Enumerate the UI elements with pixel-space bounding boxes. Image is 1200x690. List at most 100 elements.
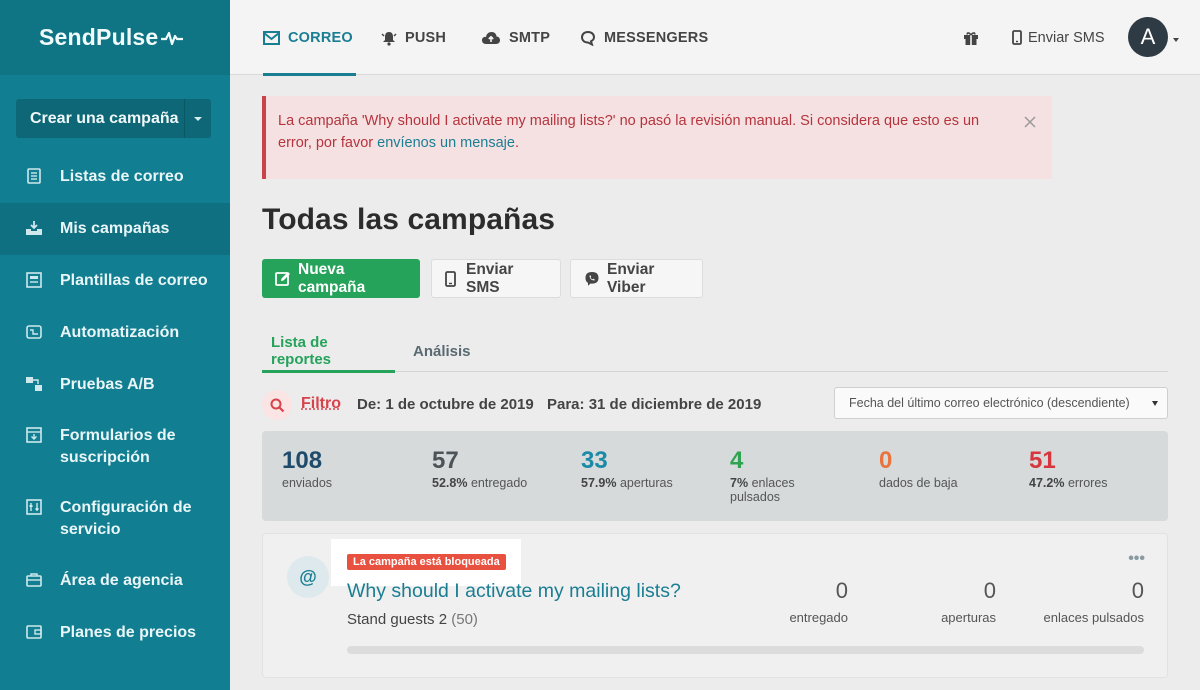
send-sms-button[interactable]: Enviar SMS	[431, 259, 561, 298]
automation-icon	[25, 323, 43, 341]
pulse-icon	[161, 31, 184, 45]
campaign-list-count: (50)	[451, 611, 478, 628]
tab-label: SMTP	[509, 29, 551, 46]
templates-icon	[25, 271, 43, 289]
chevron-down-icon	[1152, 401, 1158, 406]
stat-value: 51	[1029, 447, 1056, 474]
close-icon[interactable]	[1024, 113, 1036, 128]
stat-label-text: aperturas	[619, 476, 673, 490]
send-sms-label: Enviar SMS	[466, 260, 514, 296]
sidebar-item-ab-tests[interactable]: Pruebas A/B	[0, 359, 230, 411]
campaigns-icon	[25, 219, 43, 237]
sidebar-item-service-settings[interactable]: Configuración de servicio	[0, 483, 230, 555]
status-badge: La campaña está bloqueada	[347, 554, 506, 570]
gift-button[interactable]	[963, 0, 979, 75]
filter-bar: Filtro De: 1 de octubre de 2019 Para: 31…	[262, 387, 1168, 421]
gift-icon	[963, 30, 979, 46]
stat-value: 4	[730, 447, 744, 474]
sidebar-nav: Listas de correo Mis campañas Plantillas…	[0, 151, 230, 659]
stat-label-text: enviados	[282, 476, 333, 490]
sidebar-item-label: Configuración de servicio	[60, 499, 192, 538]
tab-analysis[interactable]: Análisis	[413, 330, 471, 372]
tab-label: Análisis	[413, 342, 471, 360]
contact-us-link[interactable]: envíenos un mensaje	[377, 135, 515, 151]
tab-smtp[interactable]: SMTP	[481, 0, 550, 75]
sidebar-item-automation[interactable]: Automatización	[0, 307, 230, 359]
metric-value: 0	[835, 578, 848, 603]
stats-summary: 108 enviados 57 52.8% entregado 33 57.9%…	[262, 431, 1168, 521]
stat-unsubscribed: 0 dados de baja	[879, 447, 1009, 490]
at-icon: @	[287, 556, 329, 598]
chevron-down-icon	[194, 116, 202, 121]
more-options-icon[interactable]: •••	[1128, 550, 1145, 568]
stat-label: 52.8% entregado	[432, 476, 562, 490]
search-icon[interactable]	[262, 390, 292, 420]
bell-icon	[381, 30, 397, 46]
sidebar-item-label: Planes de precios	[60, 624, 197, 641]
tab-label: Lista de reportes	[271, 334, 332, 368]
top-navigation: CORREO PUSH SMTP MESSENGERS Enviar SMS A	[230, 0, 1200, 76]
filter-link[interactable]: Filtro	[301, 395, 341, 413]
new-campaign-label: Nueva campaña	[298, 260, 366, 296]
new-campaign-button[interactable]: Nueva campaña	[262, 259, 420, 298]
tab-label: MESSENGERS	[604, 29, 709, 46]
create-campaign-button[interactable]: Crear una campaña	[16, 99, 211, 138]
edit-icon	[275, 271, 291, 287]
phone-icon	[445, 270, 456, 287]
campaign-list: Stand guests 2 (50)	[347, 611, 478, 628]
logo-area: SendPulse	[0, 0, 230, 75]
send-sms-label: Enviar SMS	[1028, 29, 1105, 46]
metric-opens: 0 aperturas	[941, 578, 996, 625]
tab-email[interactable]: CORREO	[263, 0, 356, 76]
sidebar-item-mailing-lists[interactable]: Listas de correo	[0, 151, 230, 203]
list-icon	[25, 167, 43, 185]
sidebar-item-templates[interactable]: Plantillas de correo	[0, 255, 230, 307]
sidebar-item-subscription-forms[interactable]: Formularios de suscripción	[0, 411, 230, 483]
stat-value: 33	[581, 447, 608, 474]
date-from: De: 1 de octubre de 2019	[357, 396, 534, 413]
stat-errors: 51 47.2% errores	[1029, 447, 1159, 490]
tab-messengers[interactable]: MESSENGERS	[580, 0, 708, 75]
chat-icon	[580, 30, 596, 46]
sort-select[interactable]: Fecha del último correo electrónico (des…	[834, 387, 1168, 419]
campaign-card[interactable]: @ La campaña está bloqueada Why should I…	[262, 533, 1168, 678]
tab-label: PUSH	[405, 29, 447, 46]
sendpulse-logo[interactable]: SendPulse	[39, 24, 184, 51]
metric-delivered: 0 entregado	[789, 578, 848, 625]
metric-value: 0	[983, 578, 996, 603]
send-viber-button[interactable]: Enviar Viber	[570, 259, 703, 298]
sidebar-item-my-campaigns[interactable]: Mis campañas	[0, 203, 230, 255]
stat-label: 7% enlaces pulsados	[730, 476, 820, 504]
stat-label: dados de baja	[879, 476, 1009, 490]
stat-value: 0	[879, 447, 893, 474]
sidebar-item-label: Pruebas A/B	[60, 376, 155, 393]
wallet-icon	[25, 623, 43, 641]
tab-reports-list[interactable]: Lista de reportes	[262, 330, 395, 373]
tab-label: CORREO	[288, 29, 353, 46]
campaign-title-link[interactable]: Why should I activate my mailing lists?	[347, 580, 681, 603]
sidebar-item-label: Listas de correo	[60, 168, 184, 185]
create-campaign-dropdown[interactable]	[184, 99, 211, 138]
stat-percent: 57.9%	[581, 476, 617, 490]
stat-clicks: 4 7% enlaces pulsados	[730, 447, 820, 504]
metric-clicks: 0 enlaces pulsados	[1044, 578, 1144, 625]
sidebar-item-pricing-plans[interactable]: Planes de precios	[0, 607, 230, 659]
avatar[interactable]: A	[1128, 17, 1168, 57]
stat-label-text: errores	[1067, 476, 1108, 490]
send-sms-top-button[interactable]: Enviar SMS	[1012, 0, 1105, 75]
sidebar-item-label: Plantillas de correo	[60, 272, 208, 289]
sidebar-item-agency-area[interactable]: Área de agencia	[0, 555, 230, 607]
form-icon	[25, 426, 43, 444]
stat-sent: 108 enviados	[282, 447, 412, 490]
tab-push[interactable]: PUSH	[381, 0, 446, 75]
page-title: Todas las campañas	[262, 203, 556, 236]
chevron-down-icon[interactable]	[1173, 38, 1179, 42]
create-campaign-label: Crear una campaña	[30, 109, 179, 127]
stat-label-text: entregado	[470, 476, 528, 490]
logo-text: SendPulse	[39, 24, 159, 50]
briefcase-icon	[25, 571, 43, 589]
settings-icon	[25, 498, 43, 516]
cloud-icon	[481, 30, 501, 45]
stat-value: 108	[282, 447, 323, 474]
metric-label: aperturas	[941, 610, 996, 625]
